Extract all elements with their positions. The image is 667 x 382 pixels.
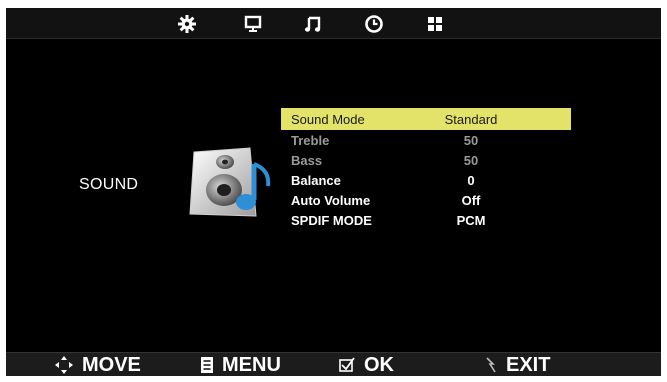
menu-doc-icon <box>201 357 213 373</box>
speaker-icon <box>188 146 274 220</box>
menu-row-label: Treble <box>291 133 330 148</box>
menu-row-balance[interactable]: Balance 0 <box>281 170 571 190</box>
checkbox-icon <box>339 357 355 372</box>
menu-row-label: SPDIF MODE <box>291 213 372 228</box>
menu-row-sound-mode[interactable]: Sound Mode Standard <box>281 108 571 130</box>
menu-row-value: 50 <box>463 153 479 168</box>
footer-exit: EXIT <box>484 353 550 376</box>
menu-row-value: PCM <box>456 213 486 228</box>
footer-ok-label: OK <box>364 353 394 376</box>
gear-icon[interactable] <box>176 13 198 35</box>
footer-menu-label: MENU <box>222 353 281 376</box>
clock-icon[interactable] <box>363 13 385 35</box>
menu-row-label: Auto Volume <box>291 193 371 208</box>
menu-row-bass[interactable]: Bass 50 <box>281 150 571 170</box>
grid-icon[interactable] <box>424 13 446 35</box>
monitor-icon[interactable] <box>242 13 264 35</box>
footer-ok: OK <box>338 353 394 376</box>
menu-row-label: Bass <box>291 153 323 168</box>
menu-row-value: 0 <box>467 173 475 188</box>
menu-row-value: 50 <box>463 133 479 148</box>
footer-move-label: MOVE <box>82 353 141 376</box>
menu-row-spdif-mode[interactable]: SPDIF MODE PCM <box>281 210 571 230</box>
footer-menu: MENU <box>200 353 281 376</box>
music-note-icon[interactable] <box>302 13 324 35</box>
top-tab-bar <box>6 8 661 39</box>
exit-arrow-icon <box>486 357 496 373</box>
menu-row-auto-volume[interactable]: Auto Volume Off <box>281 190 571 210</box>
topbar-divider <box>6 38 661 39</box>
section-title: SOUND <box>79 176 139 193</box>
menu-row-label: Balance <box>291 173 341 188</box>
footer-hint-bar: MOVE MENU OK EXIT <box>6 352 661 376</box>
menu-row-value: Off <box>461 193 481 208</box>
move-arrows-icon <box>55 356 73 374</box>
menu-row-label: Sound Mode <box>291 112 365 127</box>
footer-move: MOVE <box>54 353 141 376</box>
sound-settings-menu: Sound Mode Standard Treble 50 Bass 50 Ba… <box>281 108 571 230</box>
footer-exit-label: EXIT <box>506 353 551 376</box>
menu-row-value: Standard <box>444 112 498 127</box>
menu-row-treble[interactable]: Treble 50 <box>281 130 571 150</box>
tv-osd-screen: SOUND Sound Mode Standard Treble 50 Bass… <box>6 8 661 376</box>
